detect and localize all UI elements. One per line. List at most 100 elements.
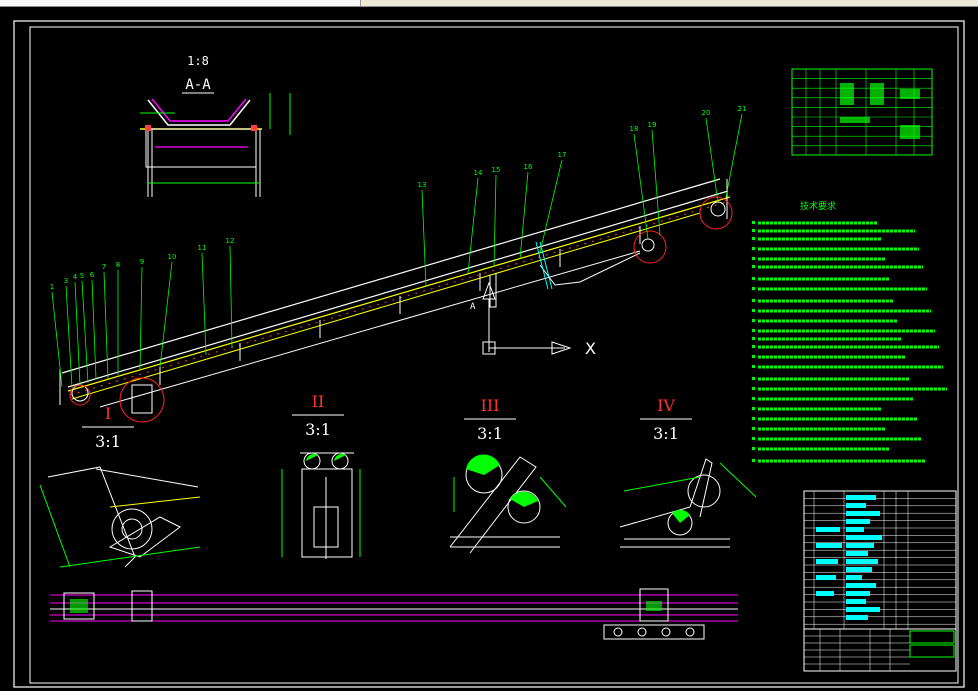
detail-id: III <box>481 396 500 415</box>
parameter-table <box>791 68 933 156</box>
command-tab[interactable] <box>0 0 361 6</box>
return-structure <box>71 212 701 400</box>
detail-scale: 3:1 <box>305 420 331 439</box>
detail-III-drawing <box>449 454 567 554</box>
middle-support <box>489 273 497 308</box>
section-scale: 1:8 <box>187 54 209 68</box>
parts-list-entry <box>846 503 866 508</box>
parts-list-entry <box>846 535 882 540</box>
detail-id: II <box>312 392 325 411</box>
detail-scale: 3:1 <box>653 424 679 443</box>
parts-list-entry <box>816 559 838 564</box>
balloon-number: 18 <box>630 125 639 133</box>
frame-box <box>145 128 257 168</box>
parts-list-entry <box>846 567 872 572</box>
conveyor-drawing: 1:8 A-A A 13 4 5 67 8 91011121314 15 161… <box>13 20 965 688</box>
section-cut-label: A <box>470 302 476 312</box>
parts-list-entry <box>846 583 876 588</box>
part-balloon: 8 <box>116 261 120 375</box>
parts-list-entry <box>816 575 836 580</box>
balloon-number: 21 <box>738 105 747 113</box>
detail-label: IV 3:1 <box>640 396 692 443</box>
balloon-number: 12 <box>226 237 235 245</box>
parts-list-entry <box>846 527 864 532</box>
detail-I-drawing <box>39 466 201 568</box>
detail-scale: 3:1 <box>95 432 121 451</box>
cad-application: 1:8 A-A A 1 3 4 5 6 7 8 9 10 11 12 13 14… <box>0 0 978 691</box>
ucs-x-label: X <box>585 339 596 358</box>
balloon-number: 9 <box>140 258 144 266</box>
part-balloon: 20 <box>702 109 719 204</box>
part-balloon: 17 <box>539 151 567 253</box>
parts-list-entry <box>846 607 880 612</box>
part-balloon: 15 <box>492 166 501 268</box>
detail-circle-III <box>633 230 667 264</box>
top-frame-line <box>61 178 721 374</box>
part-balloon: 3 <box>64 277 73 388</box>
return-belt <box>99 250 641 408</box>
balloon-number: 7 <box>102 263 106 271</box>
belt-line <box>67 190 729 388</box>
idler-rolls <box>151 98 247 122</box>
parts-list-entry <box>846 615 868 620</box>
main-conveyor-view: A <box>59 178 733 423</box>
parts-list-entry <box>846 519 870 524</box>
balloon-number: 19 <box>648 121 657 129</box>
detail-label: II 3:1 <box>292 392 344 439</box>
detail-label: I 3:1 <box>82 404 134 451</box>
balloon-number: 4 <box>73 273 78 281</box>
parts-list-entry <box>846 591 870 596</box>
balloon-number: 14 <box>474 169 483 177</box>
balloon-number: 10 <box>168 253 177 261</box>
part-balloon: 13 <box>418 181 427 288</box>
balloon-number: 6 <box>90 271 95 279</box>
balloon-number: 5 <box>80 272 84 280</box>
part-balloon: 6 <box>90 271 97 380</box>
balloon-number: 3 <box>64 277 68 285</box>
part-balloon: 9 <box>139 258 144 370</box>
balloon-number: 16 <box>524 163 533 171</box>
part-balloon: 21 <box>725 105 747 198</box>
section-label: A-A <box>185 77 211 93</box>
detail-id: I <box>105 404 111 423</box>
detail-IV-drawing <box>619 458 757 548</box>
balloon-number: 1 <box>50 283 54 291</box>
balloon-number: 17 <box>558 151 567 159</box>
technical-notes: 技术要求 <box>752 200 947 463</box>
drawing-canvas[interactable]: 1:8 A-A A 1 3 4 5 6 7 8 9 10 11 12 13 14… <box>0 7 978 691</box>
balloon-number: 11 <box>198 244 207 252</box>
parts-list-entry <box>846 559 878 564</box>
balloon-number: 8 <box>116 261 120 269</box>
parts-list-entry <box>816 543 842 548</box>
notes-heading: 技术要求 <box>800 200 836 212</box>
parts-list-entry <box>816 527 840 532</box>
balloon-number: 15 <box>492 166 501 174</box>
detail-label: III 3:1 <box>464 396 516 443</box>
part-balloon: 1 <box>50 283 63 388</box>
parts-list-entry <box>846 575 862 580</box>
parts-list-entry <box>846 599 866 604</box>
carrying-structure <box>67 196 731 392</box>
part-balloon: 11 <box>198 244 207 356</box>
detail-scale: 3:1 <box>477 424 503 443</box>
detail-II-drawing <box>281 452 361 559</box>
balloon-number: 13 <box>418 181 427 189</box>
part-balloon: 12 <box>226 237 235 348</box>
part-balloon: 10 <box>159 253 177 368</box>
section-view-aa: 1:8 A-A <box>140 54 291 197</box>
toolbar-strip <box>0 0 978 7</box>
detail-views: I 3:1 II 3:1 III 3:1 IV 3:1 <box>82 392 692 451</box>
plan-view <box>50 588 738 640</box>
balloon-number: 20 <box>702 109 711 117</box>
parts-list-entry <box>846 551 868 556</box>
parts-list-entry <box>846 495 876 500</box>
head-pulley <box>710 201 726 217</box>
parts-list-entry <box>816 591 834 596</box>
ucs-icon: X <box>482 281 596 358</box>
part-balloon: 14 <box>467 169 483 274</box>
parts-list-entry <box>846 511 880 516</box>
title-block <box>803 490 957 672</box>
detail-id: IV <box>657 396 675 415</box>
parts-list-entry <box>846 543 874 548</box>
idler-supports <box>159 226 641 385</box>
